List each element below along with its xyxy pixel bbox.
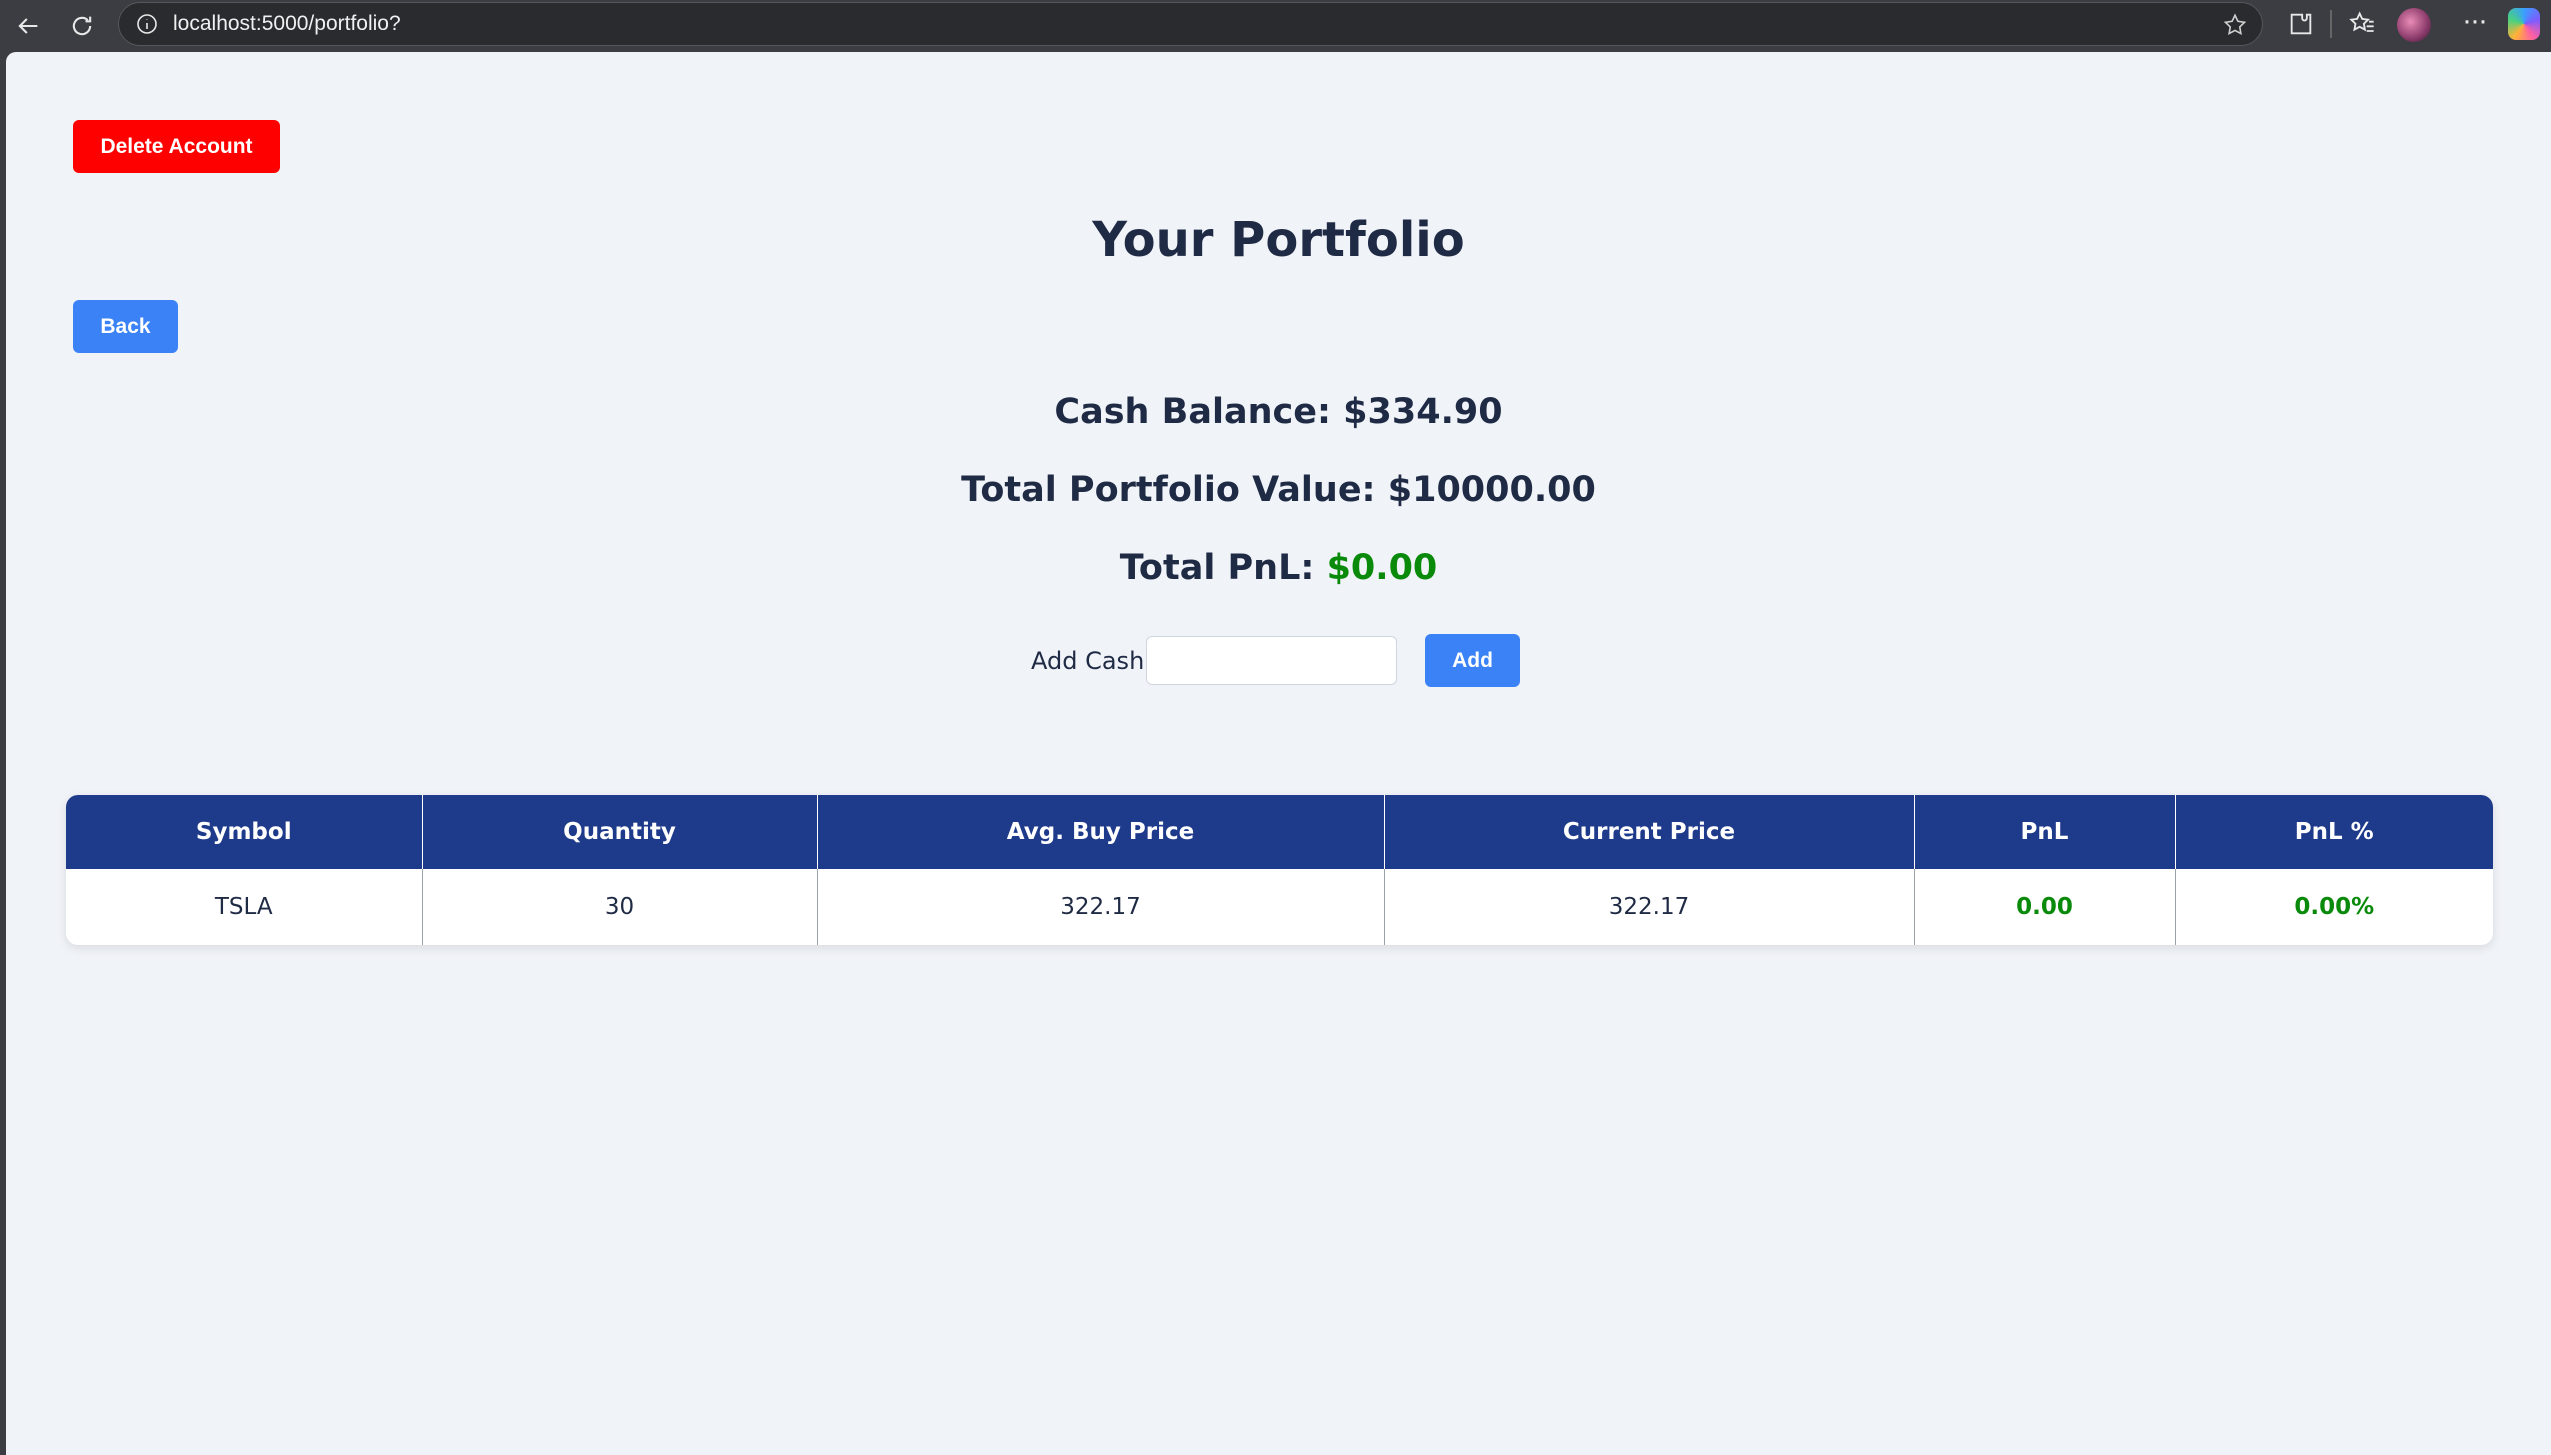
header-pnl-percent: PnL %: [2294, 819, 2374, 845]
total-portfolio-value: Total Portfolio Value: $10000.00: [6, 470, 2551, 510]
profile-avatar[interactable]: [2397, 8, 2431, 42]
cell-symbol: TSLA: [66, 869, 423, 945]
add-cash-button[interactable]: Add: [1425, 634, 1520, 687]
cash-balance-value: $334.90: [1343, 392, 1503, 432]
browser-toolbar: localhost:5000/portfolio? ···: [0, 0, 2551, 50]
page-title: Your Portfolio: [1092, 212, 1465, 268]
total-value-label: Total Portfolio Value:: [961, 470, 1388, 510]
favorite-star-icon[interactable]: [2222, 12, 2248, 38]
add-cash-form: Add Cash: Add: [6, 633, 2551, 687]
header-current-price: Current Price: [1384, 795, 1915, 869]
more-options-icon[interactable]: ···: [2454, 6, 2494, 42]
copilot-icon[interactable]: [2508, 8, 2540, 40]
extensions-icon[interactable]: [2286, 9, 2316, 39]
cell-pnl: 0.00: [1914, 869, 2176, 945]
delete-account-button[interactable]: Delete Account: [73, 120, 280, 173]
back-arrow-icon[interactable]: [8, 6, 48, 46]
url-text: localhost:5000/portfolio?: [173, 12, 401, 35]
total-pnl-label: Total PnL:: [1119, 548, 1327, 588]
total-value-value: $10000.00: [1387, 470, 1596, 510]
total-pnl: Total PnL: $0.00: [6, 548, 2551, 588]
header-symbol: Symbol: [66, 795, 423, 869]
favorites-icon[interactable]: [2347, 9, 2377, 39]
holdings-table: Symbol Quantity Avg. Buy Price Current P…: [66, 795, 2493, 945]
cash-balance-label: Cash Balance:: [1054, 392, 1344, 432]
total-pnl-value: $0.00: [1326, 548, 1438, 588]
header-avg-buy-price: Avg. Buy Price: [817, 795, 1385, 869]
add-cash-input[interactable]: [1146, 636, 1397, 685]
table-header-row: Symbol Quantity Avg. Buy Price Current P…: [66, 795, 2493, 869]
info-icon[interactable]: [135, 12, 159, 36]
cell-pnl-percent: 0.00%: [2294, 894, 2375, 920]
toolbar-divider: [2330, 10, 2332, 38]
address-bar[interactable]: localhost:5000/portfolio?: [118, 2, 2263, 46]
cash-balance: Cash Balance: $334.90: [6, 392, 2551, 432]
header-pnl: PnL: [1914, 795, 2176, 869]
cell-avg-buy-price: 322.17: [817, 869, 1385, 945]
cell-quantity: 30: [422, 869, 818, 945]
add-cash-label: Add Cash:: [1031, 647, 1153, 675]
table-row: TSLA 30 322.17 322.17 0.00 0.00%: [66, 869, 2493, 945]
cell-current-price: 322.17: [1384, 869, 1915, 945]
reload-icon[interactable]: [62, 6, 102, 46]
back-button[interactable]: Back: [73, 300, 178, 353]
header-quantity: Quantity: [422, 795, 818, 869]
page-viewport: Delete Account Your Portfolio Back Cash …: [6, 52, 2551, 1455]
